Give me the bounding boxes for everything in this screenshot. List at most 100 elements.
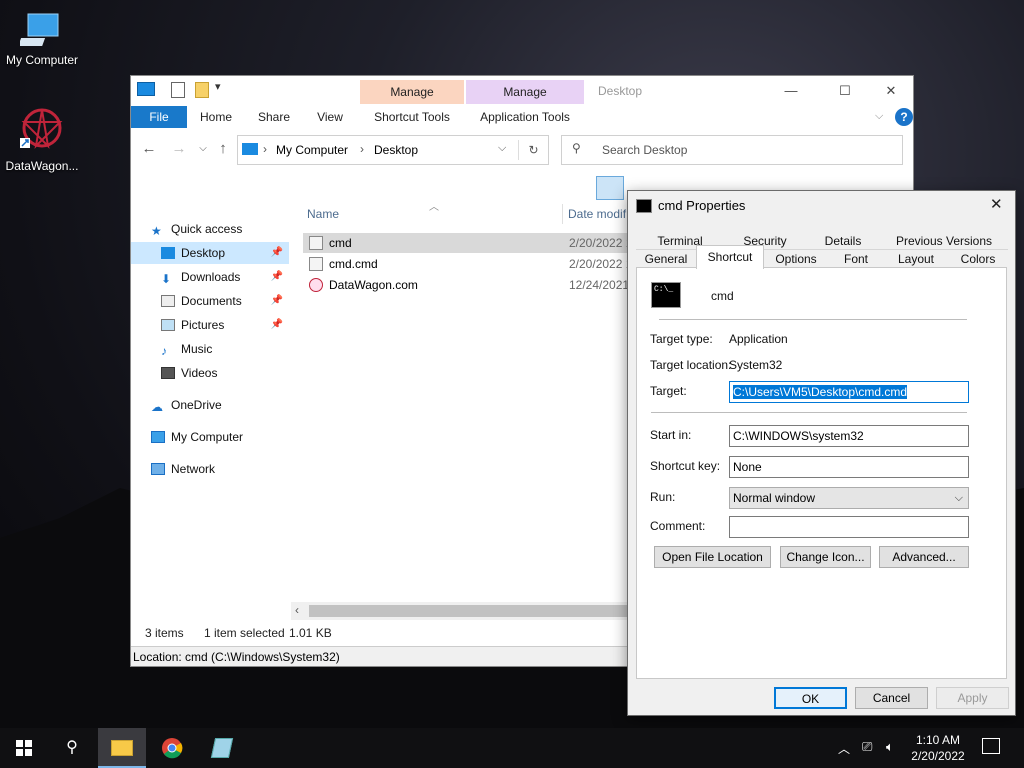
run-select-value: Normal window (733, 491, 816, 505)
volume-icon[interactable]: 🔈︎ (886, 739, 894, 755)
sidebar-item-network[interactable]: Network (151, 458, 291, 480)
tab-general[interactable]: General (636, 249, 696, 267)
sidebar-item-music[interactable]: ♪ Music (161, 338, 289, 360)
horizontal-scrollbar[interactable]: ‹ (291, 602, 629, 620)
new-folder-icon[interactable] (195, 82, 209, 98)
tab-home[interactable]: Home (193, 106, 239, 128)
properties-icon[interactable] (171, 82, 185, 98)
navigation-pane: ★ Quick access Desktop 📌 ⬇ Downloads 📌 Docum… (131, 202, 291, 622)
search-button[interactable]: ⚲ (48, 728, 96, 768)
tab-share[interactable]: Share (251, 106, 297, 128)
target-field[interactable]: C:\Users\VM5\Desktop\cmd.cmd (729, 381, 969, 403)
close-button[interactable]: ✕ (871, 80, 911, 102)
recent-locations-icon[interactable]: ⌵ (193, 138, 213, 160)
tab-details[interactable]: Details (806, 232, 880, 250)
clock[interactable]: 1:10 AM 2/20/2022 (906, 732, 970, 764)
music-icon: ♪ (161, 344, 167, 358)
scrollbar-thumb[interactable] (309, 605, 627, 617)
taskbar-chrome[interactable] (148, 728, 196, 768)
show-hidden-icons[interactable]: ︿ (838, 740, 850, 757)
manage-application-group: Manage (466, 80, 584, 104)
chevron-down-icon: ⌵ (954, 492, 963, 504)
pin-icon[interactable]: 📌 (271, 242, 283, 264)
start-button[interactable] (0, 728, 48, 768)
target-location-value: System32 (729, 358, 783, 372)
search-box[interactable]: ⚲ Search Desktop (561, 135, 903, 165)
sidebar-item-desktop[interactable]: Desktop 📌 (131, 242, 289, 264)
desktop-icon-my-computer[interactable]: My Computer (0, 8, 84, 67)
dialog-close-icon[interactable]: ✕ (990, 195, 1003, 213)
column-divider[interactable] (562, 204, 563, 224)
refresh-icon[interactable]: ↻ (518, 140, 548, 160)
column-header-date[interactable]: Date modif (568, 202, 626, 226)
app-icon (210, 737, 234, 758)
scroll-left-icon[interactable]: ‹ (295, 603, 299, 617)
clock-time: 1:10 AM (915, 733, 961, 747)
forward-button[interactable]: → (169, 138, 189, 160)
shortcut-key-field[interactable]: None (729, 456, 969, 478)
target-label: Target: (650, 384, 687, 398)
desktop-icon-label: DataWagon... (5, 159, 79, 173)
desktop-icon-datawagon[interactable]: DataWagon... (0, 104, 84, 173)
breadcrumb-desktop[interactable]: Desktop (374, 143, 418, 157)
tab-options[interactable]: Options (764, 249, 828, 267)
computer-icon (151, 431, 165, 443)
apply-button[interactable]: Apply (936, 687, 1009, 709)
breadcrumb-my-computer[interactable]: My Computer (276, 143, 348, 157)
address-bar[interactable]: › My Computer › Desktop ⌵ ↻ (237, 135, 549, 165)
sidebar-item-pictures[interactable]: Pictures 📌 (161, 314, 289, 336)
sidebar-item-documents[interactable]: Documents 📌 (161, 290, 289, 312)
tab-shortcut-tools[interactable]: Shortcut Tools (360, 106, 464, 128)
sidebar-item-downloads[interactable]: ⬇ Downloads 📌 (161, 266, 289, 288)
notifications-icon[interactable] (982, 738, 1000, 754)
tab-view[interactable]: View (309, 106, 351, 128)
change-icon-button[interactable]: Change Icon... (780, 546, 871, 568)
tab-shortcut[interactable]: Shortcut (696, 245, 764, 269)
tab-file[interactable]: File (131, 106, 187, 128)
tab-application-tools[interactable]: Application Tools (466, 106, 584, 128)
status-size: 1.01 KB (289, 626, 332, 640)
comment-field[interactable] (729, 516, 969, 538)
minimize-button[interactable]: — (771, 80, 811, 102)
pin-icon[interactable]: 📌 (271, 266, 283, 288)
sidebar-item-quick-access[interactable]: ★ Quick access (151, 218, 291, 240)
pin-icon[interactable]: 📌 (271, 290, 283, 312)
expand-ribbon-icon[interactable]: ⌵ (875, 110, 883, 123)
cancel-button[interactable]: Cancel (855, 687, 928, 709)
properties-dialog: cmd Properties ✕ Terminal Security Detai… (627, 190, 1016, 716)
help-icon[interactable]: ? (895, 108, 913, 126)
star-icon: ★ (151, 224, 162, 238)
location-bar: Location: cmd (C:\Windows\System32) (131, 646, 631, 666)
clock-date: 2/20/2022 (911, 749, 965, 763)
tab-layout[interactable]: Layout (884, 249, 948, 267)
pin-icon[interactable]: 📌 (271, 314, 283, 336)
sidebar-item-my-computer[interactable]: My Computer (151, 426, 291, 448)
up-button[interactable]: ↑ (213, 138, 233, 160)
sidebar-item-videos[interactable]: Videos (161, 362, 289, 384)
preview-pane-icon[interactable] (596, 176, 624, 200)
desktop-location-icon (242, 143, 258, 155)
maximize-button[interactable]: ☐ (825, 80, 865, 102)
tab-colors[interactable]: Colors (948, 249, 1008, 267)
taskbar-file-explorer[interactable] (98, 728, 146, 768)
column-header-name[interactable]: Name (307, 202, 339, 226)
target-location-label: Target location: (650, 358, 732, 372)
open-file-location-button[interactable]: Open File Location (654, 546, 771, 568)
file-date: 2/20/2022 1 (569, 257, 633, 271)
sidebar-item-onedrive[interactable]: ☁ OneDrive (151, 394, 291, 416)
folder-icon (111, 739, 133, 756)
batch-file-icon (309, 257, 323, 271)
advanced-button[interactable]: Advanced... (879, 546, 969, 568)
network-status-icon[interactable]: ⎚ (862, 739, 872, 755)
address-dropdown-icon[interactable]: ⌵ (498, 142, 506, 155)
search-icon: ⚲ (66, 739, 78, 756)
taskbar-app[interactable] (198, 728, 246, 768)
back-button[interactable]: ← (139, 138, 159, 160)
ok-button[interactable]: OK (774, 687, 847, 709)
start-in-field[interactable]: C:\WINDOWS\system32 (729, 425, 969, 447)
customize-toolbar-icon[interactable]: ▾ (215, 80, 221, 93)
run-select[interactable]: Normal window ⌵ (729, 487, 969, 509)
shortcut-name: cmd (711, 289, 734, 303)
tab-font[interactable]: Font (828, 249, 884, 267)
tab-previous-versions[interactable]: Previous Versions (880, 232, 1008, 250)
